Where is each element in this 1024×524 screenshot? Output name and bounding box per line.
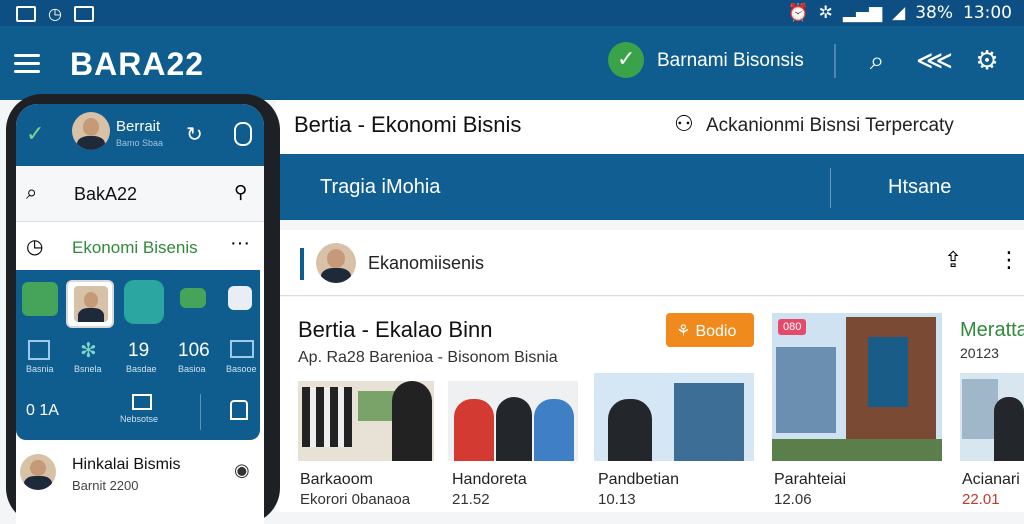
app-bar: BARA22 Barnami Bisonsis ⌕ ⋘ ⚙ bbox=[0, 26, 1024, 100]
grid-label-4: Basioa bbox=[178, 364, 206, 374]
section-title: Bertia - Ekonomi Bisnis bbox=[294, 112, 522, 137]
read-button[interactable]: ⚘ Bodio bbox=[666, 313, 754, 347]
chat-bulb-icon[interactable] bbox=[124, 280, 164, 324]
alarm-icon: ⏰ bbox=[787, 3, 809, 23]
grid-label-6: Nebsotse bbox=[120, 414, 159, 424]
calendar-icon[interactable] bbox=[228, 286, 252, 310]
refresh-icon[interactable]: ↻ bbox=[186, 122, 203, 146]
search-icon[interactable]: ⌕ bbox=[862, 46, 892, 76]
article-section: Bertia - Ekalao Binn Ap. Ra28 Barenioa -… bbox=[276, 297, 1024, 512]
phone-search-input[interactable]: BakA22 bbox=[74, 184, 137, 205]
tab-secondary[interactable]: Htsane bbox=[888, 176, 951, 199]
card-meta-1: Ekorori 0banaoa bbox=[300, 491, 411, 508]
article-thumb-4[interactable]: 080 bbox=[772, 313, 942, 461]
more-vertical-icon[interactable]: ⋮ bbox=[998, 248, 1020, 273]
brand-name: Barnami Bisonsis bbox=[657, 50, 804, 71]
card-title-2[interactable]: Handoreta bbox=[452, 471, 527, 489]
avatar bbox=[316, 243, 356, 283]
search-icon: ⌕ bbox=[26, 180, 38, 204]
article-badge: 080 bbox=[778, 319, 807, 335]
card-meta-2: 21.52 bbox=[452, 491, 490, 508]
mail-icon[interactable] bbox=[230, 340, 254, 358]
card-meta-3: 10.13 bbox=[598, 491, 636, 508]
grid-label-3: Basdae bbox=[126, 364, 157, 374]
divider bbox=[834, 44, 836, 78]
tab-bar: Tragia iMohia Htsane bbox=[276, 154, 1024, 220]
phone-header-sub: Bamo Sbaa bbox=[116, 138, 164, 148]
phone-screen: ✓ Berrait Bamo Sbaa ↻ ⌕ BakA22 ⚲ ◷ Ekono… bbox=[16, 104, 264, 524]
share-icon[interactable]: ⋘ bbox=[916, 46, 953, 76]
notification-icon bbox=[16, 5, 36, 22]
article-subline: Ap. Ra28 Barenioa - Bisonom Bisnia bbox=[298, 349, 558, 366]
document-icon[interactable] bbox=[22, 282, 58, 316]
history-icon: ◷ bbox=[26, 234, 44, 258]
bookmark-icon[interactable] bbox=[230, 400, 248, 420]
account-text[interactable]: Ackanionmi Bisnsi Terpercaty bbox=[706, 115, 954, 137]
bag-icon: ⚘ bbox=[676, 321, 696, 340]
category-card[interactable]: Ekanomiisenis ⇪ ⋮ bbox=[276, 230, 1024, 296]
status-bar: ◷ ⏰ ✲ ▂▄▆ ◢ 38% 13:00 bbox=[0, 0, 1024, 26]
menu-icon[interactable] bbox=[14, 54, 40, 78]
card-meta-5: 22.01 bbox=[962, 491, 1000, 508]
category-label: Ekanomiisenis bbox=[368, 253, 485, 273]
stat-value-2: 106 bbox=[178, 340, 210, 361]
tab-divider bbox=[830, 168, 831, 208]
list-item-title: Hinkalai Bismis bbox=[72, 456, 181, 473]
upload-icon[interactable]: ⇪ bbox=[944, 248, 962, 273]
vibrate-icon: ✲ bbox=[818, 3, 833, 23]
stat-value-1: 19 bbox=[128, 340, 150, 361]
folder-icon[interactable] bbox=[132, 394, 152, 410]
grid-icon[interactable] bbox=[28, 340, 50, 360]
card-title-3[interactable]: Pandbetian bbox=[598, 471, 679, 489]
battery-level: 38% bbox=[915, 3, 953, 23]
check-icon[interactable]: ✓ bbox=[26, 122, 44, 147]
card-meta-4: 12.06 bbox=[774, 491, 812, 508]
grid-divider bbox=[200, 394, 201, 430]
more-horizontal-icon[interactable]: ··· bbox=[230, 232, 250, 255]
status-time: 13:00 bbox=[963, 3, 1012, 23]
card-title-5[interactable]: Acianari bbox=[962, 471, 1020, 489]
list-item-sub: Barnit 2200 bbox=[72, 478, 139, 493]
card-title-4[interactable]: Parahteiai bbox=[774, 471, 846, 489]
clock-icon: ◷ bbox=[48, 4, 62, 23]
section-header: Bertia - Ekonomi Bisnis ⚇ Ackanionmi Bis… bbox=[276, 100, 1024, 154]
phone-search-bar[interactable]: ⌕ BakA22 ⚲ bbox=[16, 166, 264, 222]
info-icon[interactable] bbox=[234, 122, 252, 146]
phone-section-label: Ekonomi Bisenis bbox=[72, 238, 198, 257]
phone-header-name: Berrait bbox=[116, 118, 161, 135]
brand-logo-icon bbox=[608, 42, 644, 78]
network-icon[interactable]: ✻ bbox=[80, 338, 97, 362]
tab-primary[interactable]: Tragia iMohia bbox=[320, 176, 440, 199]
grid-label-5: Basooe bbox=[226, 364, 257, 374]
article-thumb-5[interactable] bbox=[960, 373, 1024, 461]
phone-avatar bbox=[72, 112, 110, 150]
stat-value-3: 0 1A bbox=[26, 402, 59, 419]
profile-thumb[interactable] bbox=[66, 280, 114, 328]
article-thumb-3[interactable] bbox=[594, 373, 754, 461]
settings-icon[interactable]: ⚙ bbox=[972, 46, 1002, 76]
phone-quick-grid: Basnia ✻ Bsnela 19 Basdae 106 Basioa Bas… bbox=[16, 270, 260, 440]
signal-icon: ▂▄▆ bbox=[842, 3, 883, 23]
side-date: 20123 bbox=[960, 345, 999, 361]
image-icon bbox=[73, 5, 94, 22]
article-thumb-1[interactable] bbox=[298, 381, 434, 461]
grid-label-2: Bsnela bbox=[74, 364, 102, 374]
phone-section-row[interactable]: ◷ Ekonomi Bisenis ··· bbox=[16, 222, 264, 272]
phone-list-item[interactable]: Hinkalai Bismis Barnit 2200 ◉ bbox=[16, 444, 264, 514]
wifi-icon: ◢ bbox=[892, 3, 906, 23]
card-title-1[interactable]: Barkaoom bbox=[300, 471, 373, 489]
list-item-avatar bbox=[20, 454, 56, 490]
flag-icon[interactable] bbox=[180, 288, 206, 308]
side-title[interactable]: Meratta bbox=[960, 319, 1024, 342]
location-icon[interactable]: ⚲ bbox=[234, 182, 247, 203]
read-button-label: Bodio bbox=[695, 323, 737, 340]
phone-header: ✓ Berrait Bamo Sbaa ↻ bbox=[16, 104, 264, 166]
article-thumb-2[interactable] bbox=[448, 381, 578, 461]
accent-bar bbox=[300, 248, 304, 280]
article-headline[interactable]: Bertia - Ekalao Binn bbox=[298, 317, 492, 343]
grid-label-1: Basnia bbox=[26, 364, 54, 374]
app-title: BARA22 bbox=[70, 46, 205, 82]
comment-icon[interactable]: ◉ bbox=[234, 460, 250, 481]
user-icon[interactable]: ⚇ bbox=[674, 112, 694, 137]
